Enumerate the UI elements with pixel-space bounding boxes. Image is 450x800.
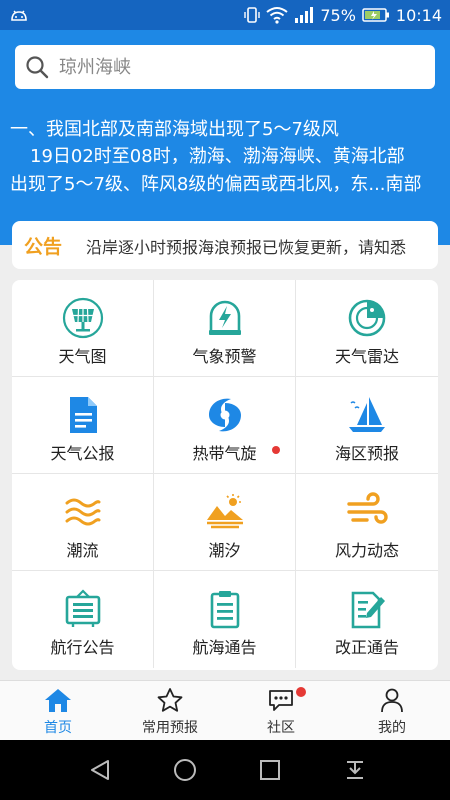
grid-item-label: 潮流 bbox=[66, 541, 99, 560]
news-line-1: 19日02时至08时，渤海、渤海海峡、黄海北部 bbox=[30, 146, 405, 167]
nav-item-community[interactable]: 社区 bbox=[225, 681, 337, 741]
clipboard-icon bbox=[210, 591, 239, 629]
home-button-icon[interactable] bbox=[173, 758, 197, 782]
notification-pull-icon[interactable] bbox=[343, 758, 367, 782]
bottom-nav: 首页 常用预报 社区 我的 bbox=[0, 680, 450, 740]
grid-item-label: 航海通告 bbox=[192, 638, 257, 657]
edit-document-icon bbox=[351, 591, 385, 629]
warning-bolt-icon bbox=[208, 300, 241, 335]
grid-item-label: 海区预报 bbox=[334, 444, 399, 463]
grid-item-tide[interactable]: 潮汐 bbox=[154, 474, 296, 571]
recent-apps-icon[interactable] bbox=[258, 758, 282, 782]
grid-item-weather-radar[interactable]: 天气雷达 bbox=[296, 280, 438, 377]
star-icon bbox=[157, 688, 183, 712]
grid-item-weather-warning[interactable]: 气象预警 bbox=[154, 280, 296, 377]
chat-icon bbox=[269, 690, 293, 711]
nav-label: 我的 bbox=[378, 720, 406, 736]
grid-item-label: 改正通告 bbox=[334, 638, 399, 657]
android-icon bbox=[11, 10, 27, 21]
solar-panel-icon bbox=[62, 297, 103, 339]
waves-icon bbox=[65, 498, 100, 526]
nav-label: 常用预报 bbox=[142, 720, 198, 736]
grid-item-label: 气象预警 bbox=[192, 347, 257, 366]
grid-item-tidal-current[interactable]: 潮流 bbox=[12, 474, 154, 571]
grid-item-tropical-cyclone[interactable]: 热带气旋 bbox=[154, 377, 296, 474]
grid-item-navigation-notice[interactable]: 航行公告 bbox=[12, 571, 154, 668]
notice-label: 公告 bbox=[24, 236, 63, 258]
battery-icon bbox=[362, 8, 389, 22]
nav-item-favorites[interactable]: 常用预报 bbox=[114, 681, 226, 741]
grid-item-label: 风力动态 bbox=[334, 541, 399, 560]
status-bar: 75% 10:14 bbox=[0, 0, 450, 30]
grid-item-label: 天气图 bbox=[58, 347, 107, 366]
grid-item-label: 天气公报 bbox=[50, 444, 115, 463]
grid-item-label: 天气雷达 bbox=[334, 347, 399, 366]
nav-label: 社区 bbox=[267, 720, 295, 736]
grid-item-weather-map[interactable]: 天气图 bbox=[12, 280, 154, 377]
system-nav-bar bbox=[0, 740, 450, 800]
nav-item-home[interactable]: 首页 bbox=[2, 681, 114, 741]
grid-item-weather-bulletin[interactable]: 天气公报 bbox=[12, 377, 154, 474]
grid-item-label: 潮汐 bbox=[208, 541, 241, 560]
wifi-icon bbox=[266, 7, 288, 24]
search-icon bbox=[26, 56, 49, 79]
header: 一、我国北部及南部海域出现了5～7级风 19日02时至08时，渤海、渤海海峡、黄… bbox=[0, 30, 450, 245]
sailboat-icon bbox=[349, 397, 385, 432]
nav-item-profile[interactable]: 我的 bbox=[336, 681, 448, 741]
grid-item-label: 航行公告 bbox=[50, 638, 115, 657]
wind-icon bbox=[347, 492, 388, 524]
sunset-tide-icon bbox=[206, 494, 243, 529]
notice-text: 沿岸逐小时预报海浪预报已恢复更新，请知悉 bbox=[86, 238, 407, 257]
search-box[interactable] bbox=[15, 45, 435, 89]
news-body[interactable]: 19日02时至08时，渤海、渤海海峡、黄海北部 出现了5～7级、阵风8级的偏西或… bbox=[10, 143, 442, 199]
signal-icon bbox=[295, 7, 314, 23]
home-icon bbox=[45, 689, 71, 712]
clock: 10:14 bbox=[395, 5, 442, 25]
search-input[interactable] bbox=[59, 51, 419, 83]
notification-dot bbox=[272, 446, 280, 454]
notice-bar[interactable]: 公告 沿岸逐小时预报海浪预报已恢复更新，请知悉 bbox=[12, 221, 438, 269]
battery-percent: 75% bbox=[320, 5, 356, 25]
news-title[interactable]: 一、我国北部及南部海域出现了5～7级风 bbox=[10, 115, 339, 141]
document-icon bbox=[69, 397, 97, 433]
notification-dot bbox=[296, 687, 306, 697]
radar-icon bbox=[348, 299, 386, 337]
grid-item-nautical-notice[interactable]: 航海通告 bbox=[154, 571, 296, 668]
news-line-2: 出现了5～7级、阵风8级的偏西或西北风，东...南部 bbox=[10, 174, 422, 195]
typhoon-icon bbox=[208, 398, 241, 432]
grid-item-wind-dynamics[interactable]: 风力动态 bbox=[296, 474, 438, 571]
person-icon bbox=[381, 688, 403, 713]
vibrate-icon bbox=[244, 7, 261, 23]
grid-item-correction-notice[interactable]: 改正通告 bbox=[296, 571, 438, 668]
function-grid: 天气图 气象预警 天气雷达 天气公报 热带气旋 海区预报 潮流 潮汐 风力动态 … bbox=[12, 280, 438, 670]
noticeboard-icon bbox=[65, 589, 100, 627]
back-icon[interactable] bbox=[88, 758, 112, 782]
grid-item-sea-forecast[interactable]: 海区预报 bbox=[296, 377, 438, 474]
nav-label: 首页 bbox=[44, 720, 72, 736]
